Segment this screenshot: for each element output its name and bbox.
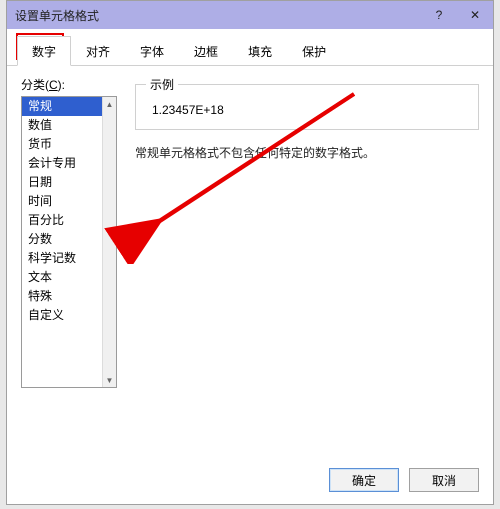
scroll-down-icon[interactable]: ▼ [103, 373, 116, 387]
tabbar: 数字 对齐 字体 边框 填充 保护 [7, 29, 493, 66]
sample-label: 示例 [146, 76, 178, 93]
tab-font[interactable]: 字体 [125, 36, 179, 66]
format-cells-dialog: 设置单元格格式 ? ✕ 数字 对齐 字体 边框 填充 保护 分类(C): 常规 … [6, 0, 494, 505]
content-pane: 分类(C): 常规 数值 货币 会计专用 日期 时间 百分比 分数 科学记数 文… [7, 66, 493, 458]
scroll-up-icon[interactable]: ▲ [103, 97, 116, 111]
tab-alignment[interactable]: 对齐 [71, 36, 125, 66]
category-listbox[interactable]: 常规 数值 货币 会计专用 日期 时间 百分比 分数 科学记数 文本 特殊 自定… [21, 96, 117, 388]
category-column: 分类(C): 常规 数值 货币 会计专用 日期 时间 百分比 分数 科学记数 文… [21, 76, 117, 388]
tab-border[interactable]: 边框 [179, 36, 233, 66]
sample-box: 示例 1.23457E+18 [135, 76, 479, 130]
content-row: 分类(C): 常规 数值 货币 会计专用 日期 时间 百分比 分数 科学记数 文… [21, 76, 479, 450]
tab-protection[interactable]: 保护 [287, 36, 341, 66]
help-icon: ? [436, 8, 443, 22]
sample-value: 1.23457E+18 [146, 103, 468, 117]
details-column: 示例 1.23457E+18 常规单元格格式不包含任何特定的数字格式。 [135, 76, 479, 161]
button-bar: 确定 取消 [7, 458, 493, 504]
tab-fill[interactable]: 填充 [233, 36, 287, 66]
ok-button[interactable]: 确定 [329, 468, 399, 492]
close-icon: ✕ [470, 8, 480, 22]
titlebar[interactable]: 设置单元格格式 ? ✕ [7, 1, 493, 29]
category-label: 分类(C): [21, 76, 117, 93]
format-description: 常规单元格格式不包含任何特定的数字格式。 [135, 144, 479, 161]
listbox-scrollbar[interactable]: ▲ ▼ [102, 97, 116, 387]
cancel-button[interactable]: 取消 [409, 468, 479, 492]
help-button[interactable]: ? [421, 1, 457, 29]
close-button[interactable]: ✕ [457, 1, 493, 29]
dialog-title: 设置单元格格式 [15, 7, 421, 24]
tab-number[interactable]: 数字 [17, 36, 71, 66]
